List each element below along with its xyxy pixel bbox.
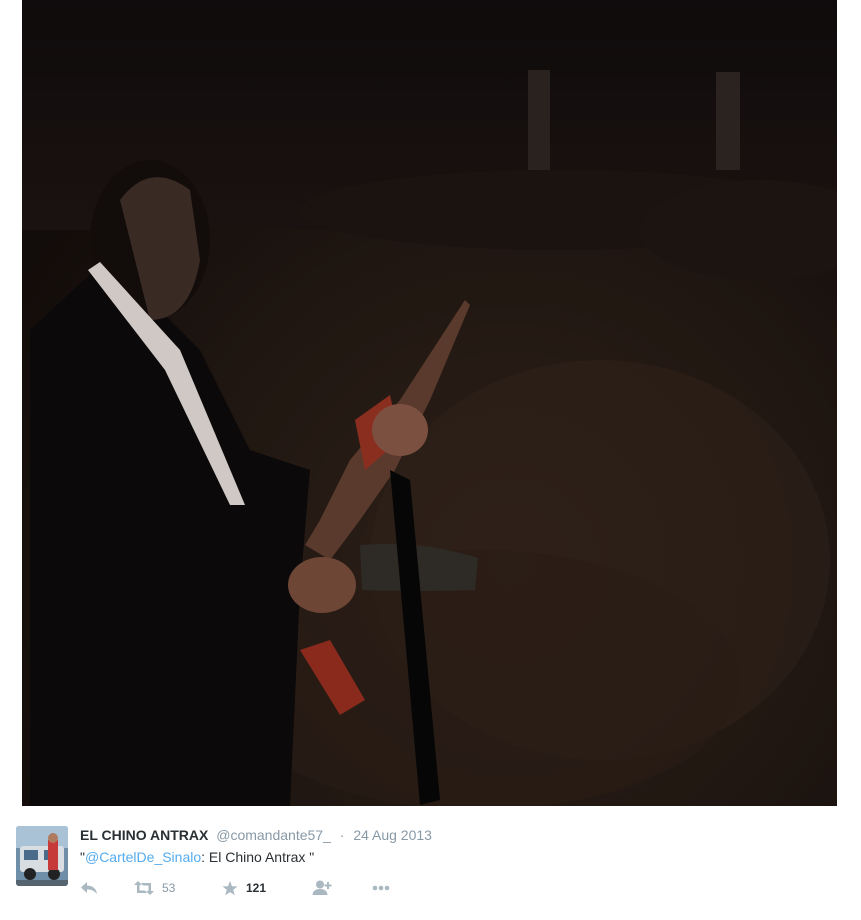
tweet-text: "@CartelDe_Sinalo: El Chino Antrax " [80,848,314,866]
reply-icon [81,882,97,894]
avatar-image [16,826,68,886]
display-name[interactable]: EL CHINO ANTRAX [80,827,208,843]
star-icon [222,880,238,895]
tweet-text-rest: : El Chino Antrax " [201,849,315,865]
more-button[interactable] [372,885,402,891]
follow-button[interactable] [312,880,372,896]
retweet-icon [134,881,154,895]
more-icon [372,885,390,891]
avatar[interactable] [16,826,68,886]
mention-link[interactable]: @CartelDe_Sinalo [85,849,201,865]
tweet-footer: EL CHINO ANTRAX @comandante57_ · 24 Aug … [0,806,861,920]
follow-icon [312,880,332,895]
tweet-photo[interactable] [0,0,861,806]
username[interactable]: @comandante57_ [216,827,331,843]
tweet-actions: 53 121 [80,878,402,898]
reply-button[interactable] [80,881,134,895]
night-photo-image [0,0,861,806]
favorite-button[interactable]: 121 [222,880,312,896]
tweet-date[interactable]: 24 Aug 2013 [353,827,432,843]
favorite-count: 121 [246,881,267,895]
separator: · [339,827,345,843]
tweet-header: EL CHINO ANTRAX @comandante57_ · 24 Aug … [80,826,432,844]
retweet-button[interactable]: 53 [134,881,222,895]
retweet-count: 53 [162,881,176,895]
